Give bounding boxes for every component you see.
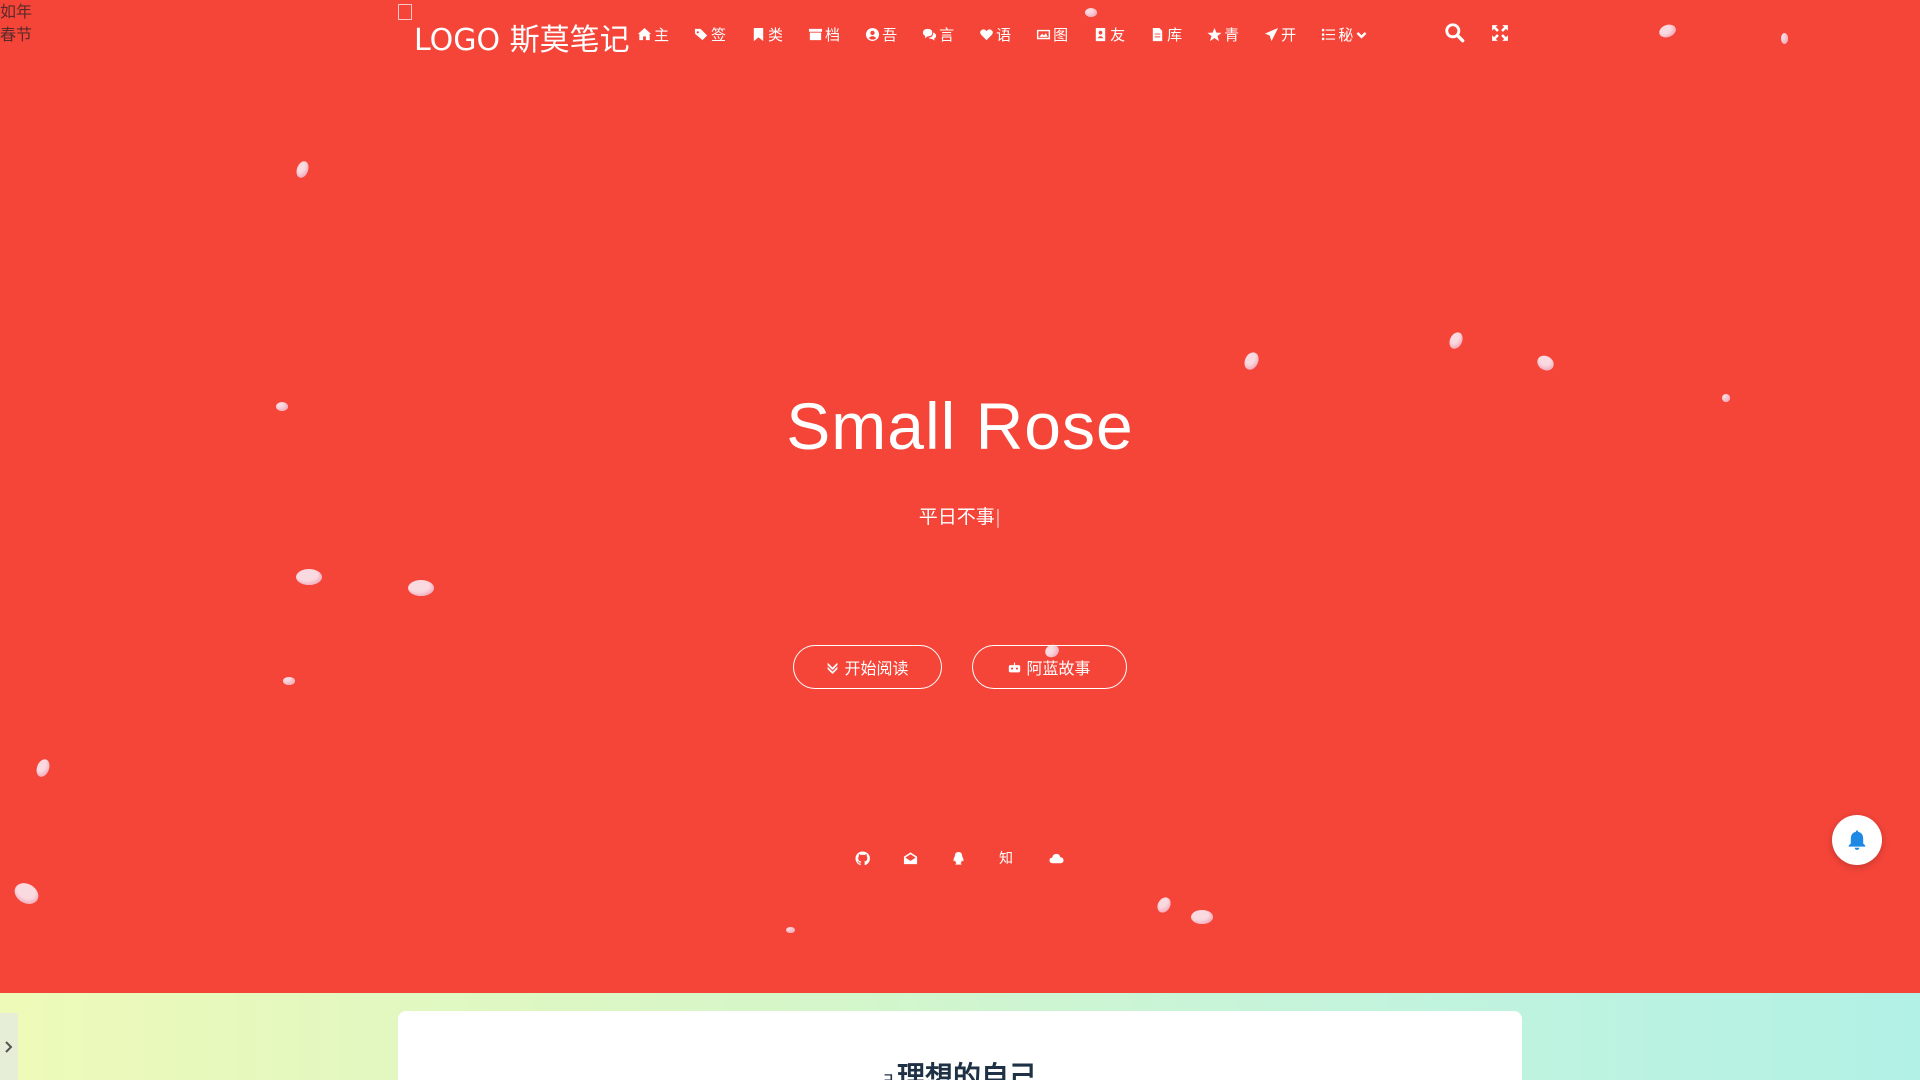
menu-item-star[interactable]: 青 [1207,24,1239,45]
start-reading-button[interactable]: 开始阅读 [793,645,942,689]
star-icon [1207,27,1222,41]
petal-decoration [1534,352,1557,374]
zhihu-icon: 知 [999,851,1013,867]
menu-item-about[interactable]: 吾 [865,24,897,45]
article-title-text: 理想的自己 [897,1060,1038,1080]
tags-icon [694,28,708,40]
typing-cursor: | [994,506,1002,528]
button-label: 开始阅读 [844,659,909,678]
qq-icon [953,851,963,865]
github-link[interactable] [852,848,872,868]
petal-decoration [34,757,52,779]
expand-icon [1492,25,1508,41]
search-button[interactable] [1444,22,1466,44]
petal-decoration [1154,895,1174,915]
zhihu-link[interactable]: 知 [996,848,1016,868]
bell-icon [1848,830,1866,850]
bookmark-icon [753,27,764,41]
article-card: ∃ 理想的自己 [398,1011,1522,1080]
sidebar-toggle[interactable] [0,1013,18,1080]
cloud-link[interactable] [1046,848,1066,868]
corner-note-line: 如年 [0,2,33,21]
menu-item-home[interactable]: 主 [637,24,669,45]
menu-label: 档 [825,25,841,44]
chevron-right-icon [5,1040,13,1053]
menu-item-open[interactable]: 开 [1264,24,1296,45]
cloud-icon [1048,853,1064,863]
petal-decoration [786,927,795,933]
menu-item-tags[interactable]: 签 [694,24,726,45]
list-icon [1322,28,1336,40]
menu-label: 言 [939,25,955,44]
archive-icon [808,28,823,40]
envelope-open-icon [903,851,917,864]
menu-label: 秘 [1338,25,1354,44]
notification-button[interactable] [1832,815,1882,865]
hero-title: Small Rose [786,389,1134,463]
chevron-down-icon [1356,31,1367,39]
hero-section: 如年 春节 LOGO 斯莫笔记 主 签 类 档 吾 言 语 图 友 库 青 开 … [0,0,1920,993]
main-menu: 主 签 类 档 吾 言 语 图 友 库 青 开 秘 [637,20,1395,48]
menu-item-comments[interactable]: 言 [922,24,954,45]
social-links: 知 [0,848,1920,868]
robot-icon [1009,662,1021,672]
angle-double-down-icon [828,662,838,674]
logo-alt-text: LOGO [414,23,501,58]
alan-story-button[interactable]: 阿蓝故事 [972,645,1127,689]
site-logo-text: LOGO 斯莫笔记 [398,26,630,60]
petal-decoration [10,879,43,908]
petal-decoration [294,159,311,180]
menu-item-words[interactable]: 语 [979,24,1011,45]
broken-image-icon [398,4,412,20]
hook-icon: ∃ [883,1071,893,1080]
petal-decoration [1191,910,1213,924]
menu-item-category[interactable]: 类 [751,24,783,45]
petal-decoration [408,580,434,596]
hero-subtitle: 平日不事| [0,502,1920,529]
corner-note: 如年 春节 [0,0,40,46]
paper-plane-icon [1265,27,1279,41]
menu-item-secret-dropdown[interactable]: 秘 [1321,24,1370,45]
menu-item-friends[interactable]: 友 [1093,24,1125,45]
menu-label: 库 [1167,25,1183,44]
menu-item-archive[interactable]: 档 [808,24,840,45]
file-icon [1152,27,1163,41]
menu-label: 图 [1053,25,1069,44]
menu-label: 签 [711,25,727,44]
menu-label: 类 [768,25,784,44]
article-title[interactable]: ∃ 理想的自己 [398,1055,1522,1080]
menu-label: 语 [996,25,1012,44]
home-icon [637,27,652,40]
corner-note-line: 春节 [0,25,33,44]
menu-label: 开 [1281,25,1297,44]
button-label: 阿蓝故事 [1026,659,1091,678]
site-name: 斯莫笔记 [509,23,630,58]
menu-label: 青 [1224,25,1240,44]
image-icon [1037,29,1051,39]
fullscreen-button[interactable] [1491,24,1509,42]
comments-icon [923,28,937,41]
github-icon [854,850,870,865]
user-circle-icon [866,27,880,41]
qq-link[interactable] [948,848,968,868]
petal-decoration [283,677,295,685]
heartbeat-icon [980,28,993,40]
menu-label: 主 [654,25,670,44]
petal-decoration [296,569,322,585]
email-link[interactable] [900,848,920,868]
search-icon [1445,23,1465,43]
menu-label: 友 [1110,25,1126,44]
menu-item-gallery[interactable]: 图 [1036,24,1068,45]
petal-decoration [1241,350,1262,372]
hero-subtitle-text: 平日不事 [918,506,995,528]
top-nav: LOGO 斯莫笔记 主 签 类 档 吾 言 语 图 友 库 青 开 秘 [0,0,1920,70]
address-book-icon [1095,27,1106,41]
menu-label: 吾 [882,25,898,44]
site-logo-link[interactable]: LOGO 斯莫笔记 [398,4,630,60]
menu-item-library[interactable]: 库 [1150,24,1182,45]
petal-decoration [1446,330,1466,351]
